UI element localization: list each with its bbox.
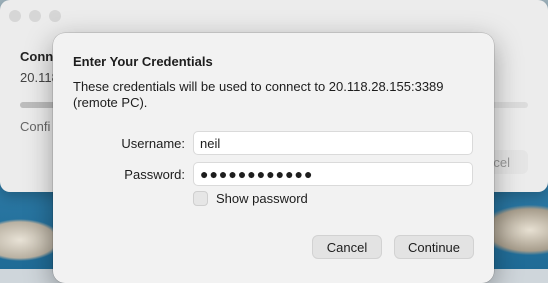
connection-status: Confi xyxy=(20,119,51,134)
cancel-button[interactable]: Cancel xyxy=(312,235,382,259)
credentials-dialog: Enter Your Credentials These credentials… xyxy=(53,33,494,283)
minimize-icon[interactable] xyxy=(29,10,41,22)
connection-title: Conn xyxy=(20,49,54,64)
dialog-description: These credentials will be used to connec… xyxy=(73,79,444,110)
username-field[interactable] xyxy=(193,131,473,155)
password-label: Password: xyxy=(124,167,185,182)
dialog-title: Enter Your Credentials xyxy=(73,54,213,69)
continue-button[interactable]: Continue xyxy=(394,235,474,259)
window-controls xyxy=(9,10,61,22)
close-icon[interactable] xyxy=(9,10,21,22)
show-password-checkbox[interactable] xyxy=(193,191,208,206)
zoom-icon[interactable] xyxy=(49,10,61,22)
show-password-row[interactable]: Show password xyxy=(193,191,308,206)
username-label: Username: xyxy=(121,136,185,151)
password-field[interactable]: ●●●●●●●●●●●● xyxy=(193,162,473,186)
show-password-label: Show password xyxy=(216,191,308,206)
